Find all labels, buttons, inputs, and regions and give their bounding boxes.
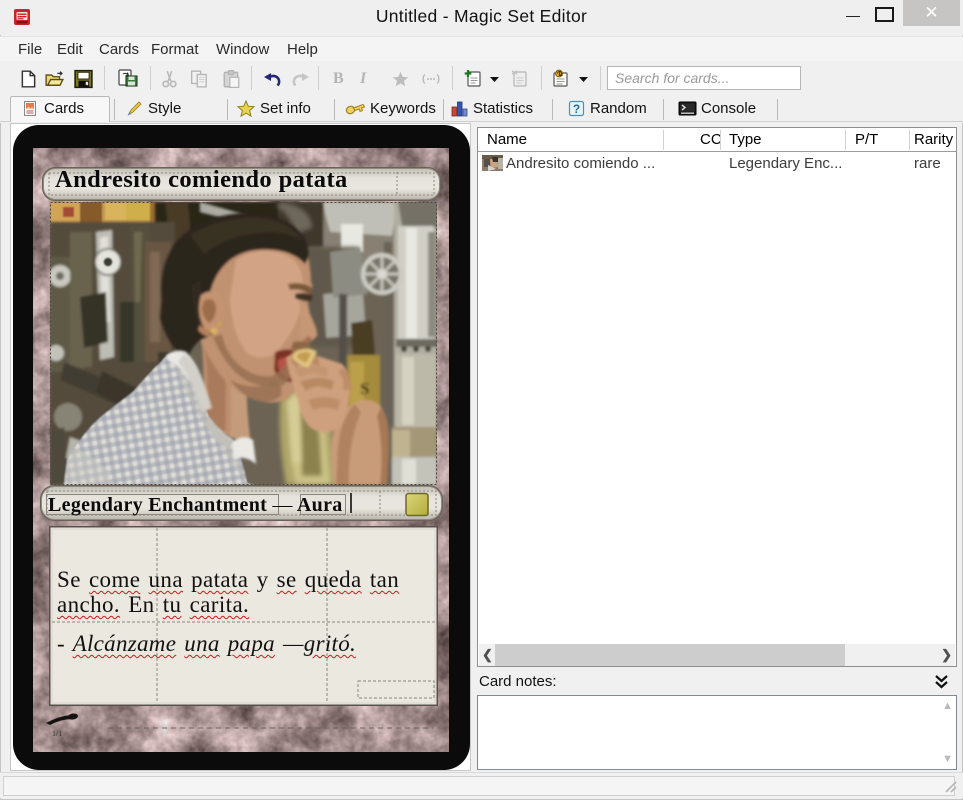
svg-text:1/1: 1/1 [52, 729, 62, 738]
svg-text:?: ? [573, 102, 580, 116]
